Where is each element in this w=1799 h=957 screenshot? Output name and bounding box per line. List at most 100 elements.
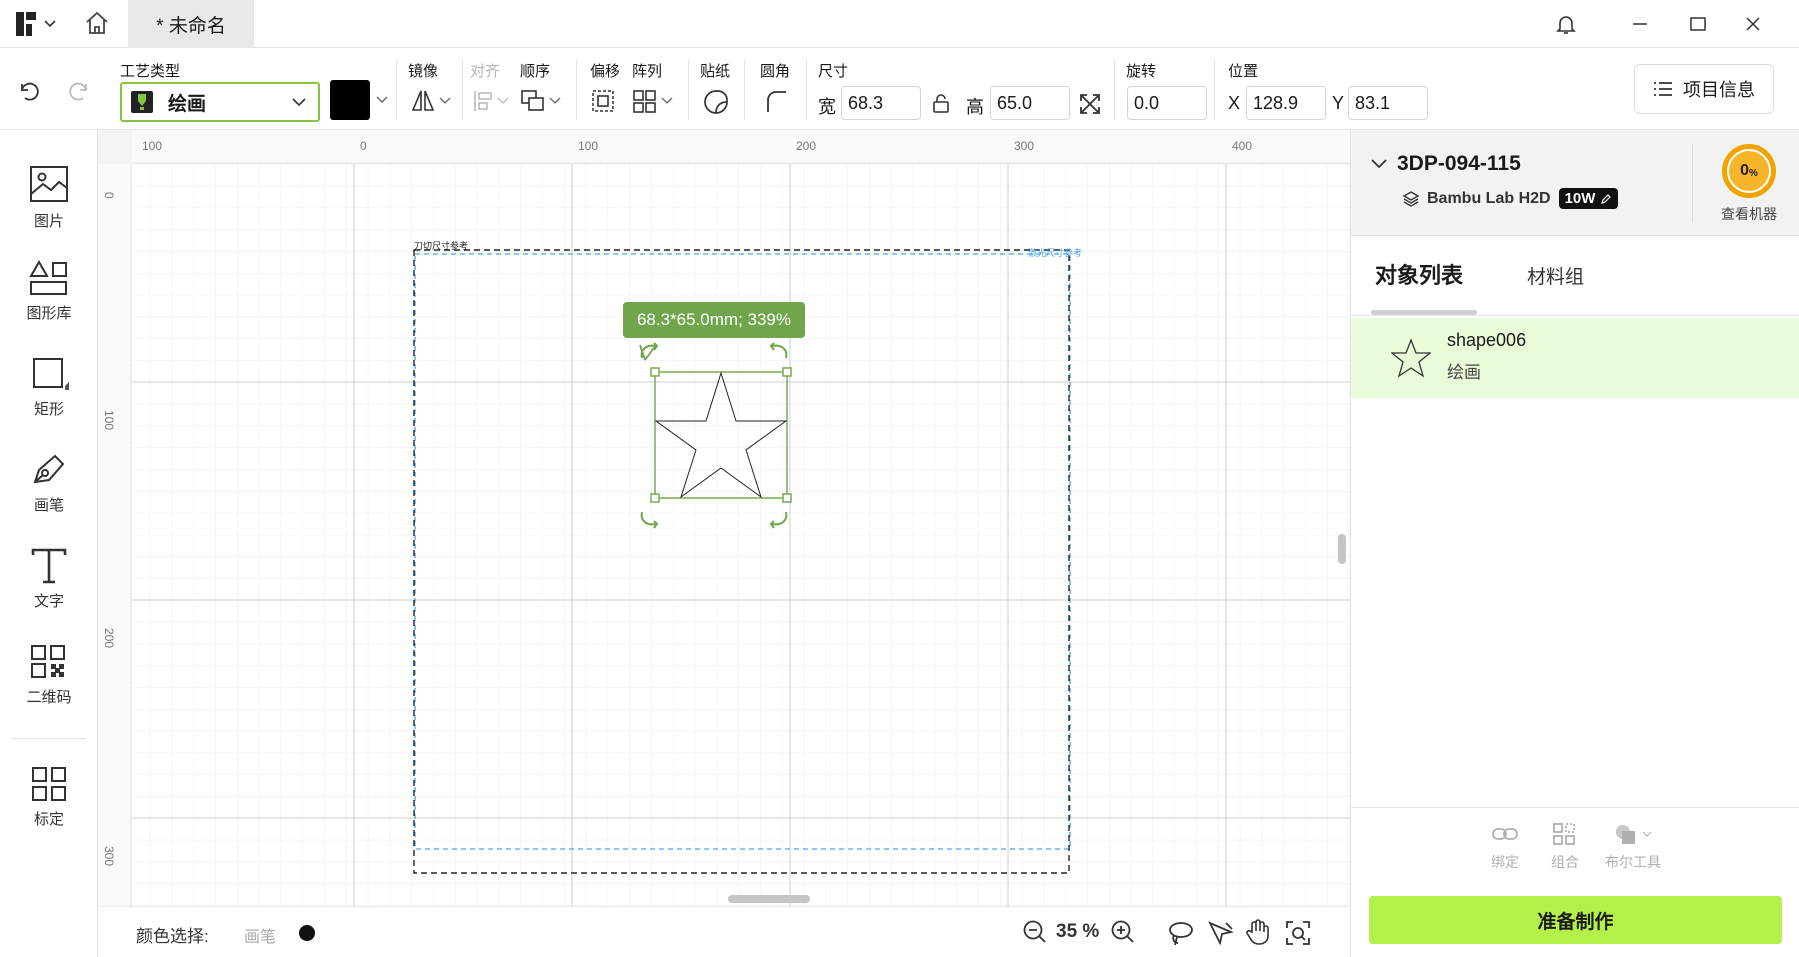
minimize-button[interactable] [1630, 14, 1650, 34]
array-icon [633, 90, 673, 113]
bell-icon [1556, 16, 1576, 34]
project-info-button[interactable]: 项目信息 [1634, 64, 1774, 114]
chevron-down-icon [1371, 159, 1387, 169]
tool-rectangle[interactable]: 矩形 [0, 356, 98, 419]
maximize-icon [1690, 17, 1706, 31]
process-type-label: 工艺类型 [120, 63, 181, 80]
maximize-button[interactable] [1688, 14, 1708, 34]
y-field[interactable]: 83.1 [1348, 86, 1428, 120]
app-menu[interactable] [16, 12, 56, 36]
rotation-value: 0.0 [1134, 92, 1160, 113]
order-button[interactable] [520, 88, 564, 114]
x-field[interactable]: 128.9 [1246, 86, 1326, 120]
chevron-down-icon [44, 20, 56, 28]
home-button[interactable] [84, 10, 110, 36]
layers-icon [1403, 190, 1419, 207]
selected-star-shape[interactable] [610, 340, 810, 560]
close-icon [1746, 17, 1760, 31]
paint-mode-icon [131, 91, 153, 113]
y-label: Y [1332, 93, 1345, 113]
tool-image[interactable]: 图片 [0, 164, 98, 231]
device-selector[interactable]: 3DP-094-115 [1371, 152, 1521, 176]
color-dropdown[interactable] [376, 96, 388, 104]
pen-color-label: 画笔 [244, 929, 277, 946]
align-button[interactable] [472, 88, 512, 114]
width-value: 68.3 [848, 92, 884, 113]
view-machine-button[interactable]: 0% 查看机器 [1709, 144, 1789, 224]
qrcode-icon [31, 645, 65, 678]
redo-button[interactable] [66, 78, 92, 104]
mirror-button[interactable] [410, 88, 454, 114]
fit-view-button[interactable] [1284, 919, 1312, 947]
lock-icon [933, 94, 949, 113]
tool-calibrate[interactable]: 标定 [0, 766, 98, 829]
object-list-item[interactable]: shape006 绘画 [1351, 318, 1799, 398]
color-swatch[interactable] [330, 80, 370, 120]
notification-button[interactable] [1554, 12, 1578, 36]
horizontal-scrollbar[interactable] [728, 895, 810, 903]
undo-button[interactable] [16, 78, 42, 104]
height-value: 65.0 [997, 92, 1033, 113]
calibrate-icon [32, 767, 66, 801]
home-icon [86, 11, 108, 34]
prepare-button[interactable]: 准备制作 [1369, 896, 1782, 944]
zoom-out-button[interactable] [1022, 919, 1048, 945]
zoom-in-icon [1111, 920, 1134, 943]
corner-button[interactable] [764, 88, 790, 114]
text-icon [31, 548, 67, 584]
tab-material-group[interactable]: 材料组 [1527, 262, 1584, 289]
zoom-in-button[interactable] [1110, 919, 1136, 945]
size-tooltip-text: 68.3*65.0mm; 339% [636, 310, 792, 329]
lock-ratio-button[interactable] [931, 92, 951, 114]
knife-ref-label: 刀切尺寸参考 [414, 241, 469, 251]
rotation-field[interactable]: 0.0 [1127, 86, 1207, 120]
tool-qrcode[interactable]: 二维码 [0, 644, 98, 707]
project-info-label: 项目信息 [1683, 80, 1755, 100]
process-type-select[interactable]: 绘画 [120, 82, 320, 122]
zoom-out-icon [1023, 920, 1046, 943]
mirror-label: 镜像 [408, 63, 439, 80]
boolean-tool-button[interactable]: 布尔工具 [1605, 822, 1661, 872]
corner-label: 圆角 [760, 63, 791, 80]
pen-color-dot[interactable] [299, 925, 315, 941]
object-type: 绘画 [1447, 363, 1481, 382]
edit-icon [1601, 193, 1612, 204]
offset-button[interactable] [590, 88, 616, 114]
pan-button[interactable] [1244, 918, 1272, 946]
fit-size-button[interactable] [1078, 92, 1102, 116]
rotation-label: 旋转 [1126, 63, 1157, 80]
image-icon [30, 166, 68, 202]
node-edit-button[interactable] [1206, 919, 1234, 947]
lasso-button[interactable] [1166, 919, 1194, 947]
tab-object-list[interactable]: 对象列表 [1375, 258, 1463, 290]
tool-image-label: 图片 [33, 213, 64, 230]
bind-button[interactable]: 绑定 [1491, 822, 1519, 872]
laser-power-badge[interactable]: 10W [1558, 188, 1619, 209]
prepare-button-label: 准备制作 [1537, 911, 1614, 933]
group-button[interactable]: 组合 [1551, 822, 1579, 872]
vertical-scrollbar[interactable] [1338, 534, 1346, 564]
tab-untitled[interactable]: * 未命名 [128, 0, 254, 48]
shape-library-icon [29, 260, 67, 295]
link-icon [1492, 828, 1518, 840]
close-button[interactable] [1743, 14, 1763, 34]
tool-rectangle-label: 矩形 [33, 401, 64, 418]
sticker-icon [704, 90, 728, 114]
array-button[interactable] [632, 88, 676, 114]
tool-pen[interactable]: 画笔 [0, 452, 98, 515]
order-label: 顺序 [520, 63, 551, 80]
progress-ring: 0% [1722, 144, 1776, 198]
x-value: 128.9 [1253, 92, 1299, 113]
tool-text[interactable]: 文字 [0, 548, 98, 611]
boolean-icon [1616, 825, 1652, 844]
view-machine-label: 查看机器 [1721, 206, 1777, 222]
height-field[interactable]: 65.0 [990, 86, 1070, 120]
laser-power-value: 10W [1564, 190, 1596, 207]
group-icon [1553, 823, 1575, 845]
sticker-button[interactable] [702, 88, 730, 116]
width-field[interactable]: 68.3 [841, 86, 921, 120]
tool-shape-library[interactable]: 图形库 [0, 260, 98, 323]
design-canvas[interactable]: 100 0 100 200 300 400 0 100 200 300 刀切尺寸… [98, 130, 1350, 906]
array-label: 阵列 [632, 63, 663, 80]
mirror-icon [411, 90, 451, 111]
